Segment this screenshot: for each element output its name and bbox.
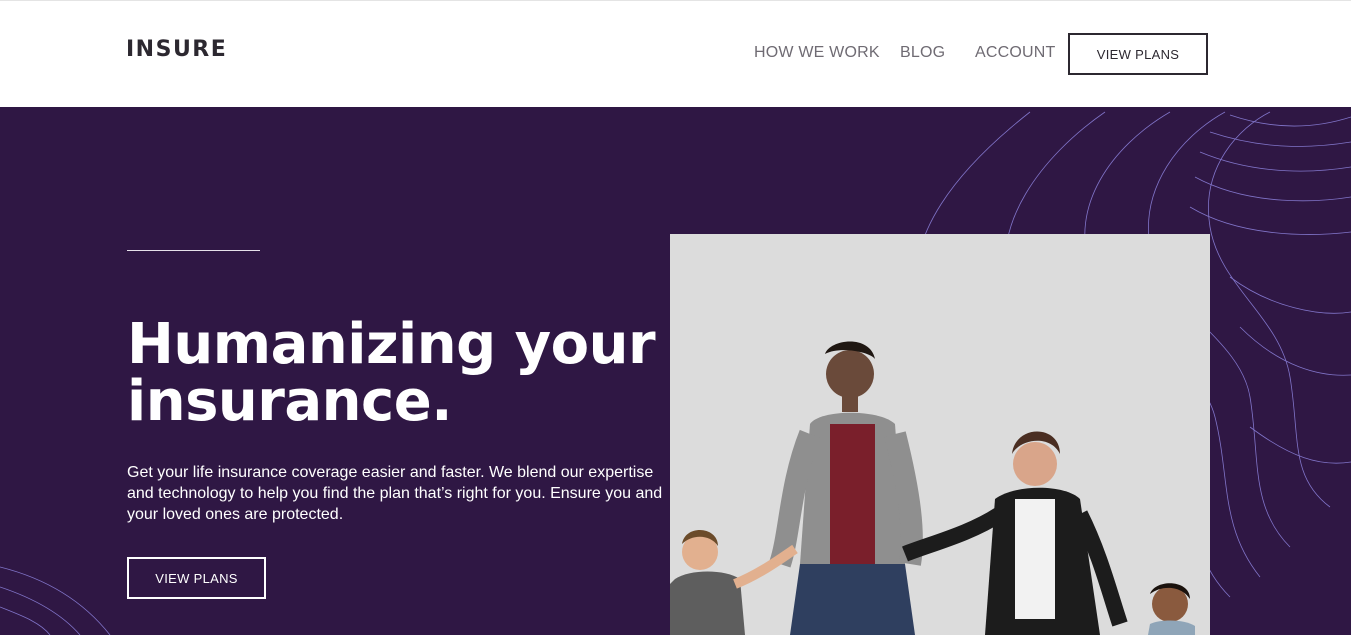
hero-divider <box>127 250 260 251</box>
logo[interactable]: INSURE <box>126 37 227 62</box>
site-header: INSURE HOW WE WORK BLOG ACCOUNT VIEW PLA… <box>0 1 1351 107</box>
hero-title: Humanizing your insurance. <box>127 312 656 434</box>
nav-blog[interactable]: BLOG <box>900 44 945 62</box>
hero-section: Humanizing your insurance. Get your life… <box>0 107 1351 635</box>
nav-account[interactable]: ACCOUNT <box>975 44 1056 62</box>
nav-how-we-work[interactable]: HOW WE WORK <box>754 44 880 62</box>
family-photo <box>670 234 1210 635</box>
hero-description: Get your life insurance coverage easier … <box>127 464 663 523</box>
family-photo-icon <box>670 234 1210 635</box>
view-plans-hero-button[interactable]: VIEW PLANS <box>127 557 266 599</box>
view-plans-header-button[interactable]: VIEW PLANS <box>1068 33 1208 75</box>
